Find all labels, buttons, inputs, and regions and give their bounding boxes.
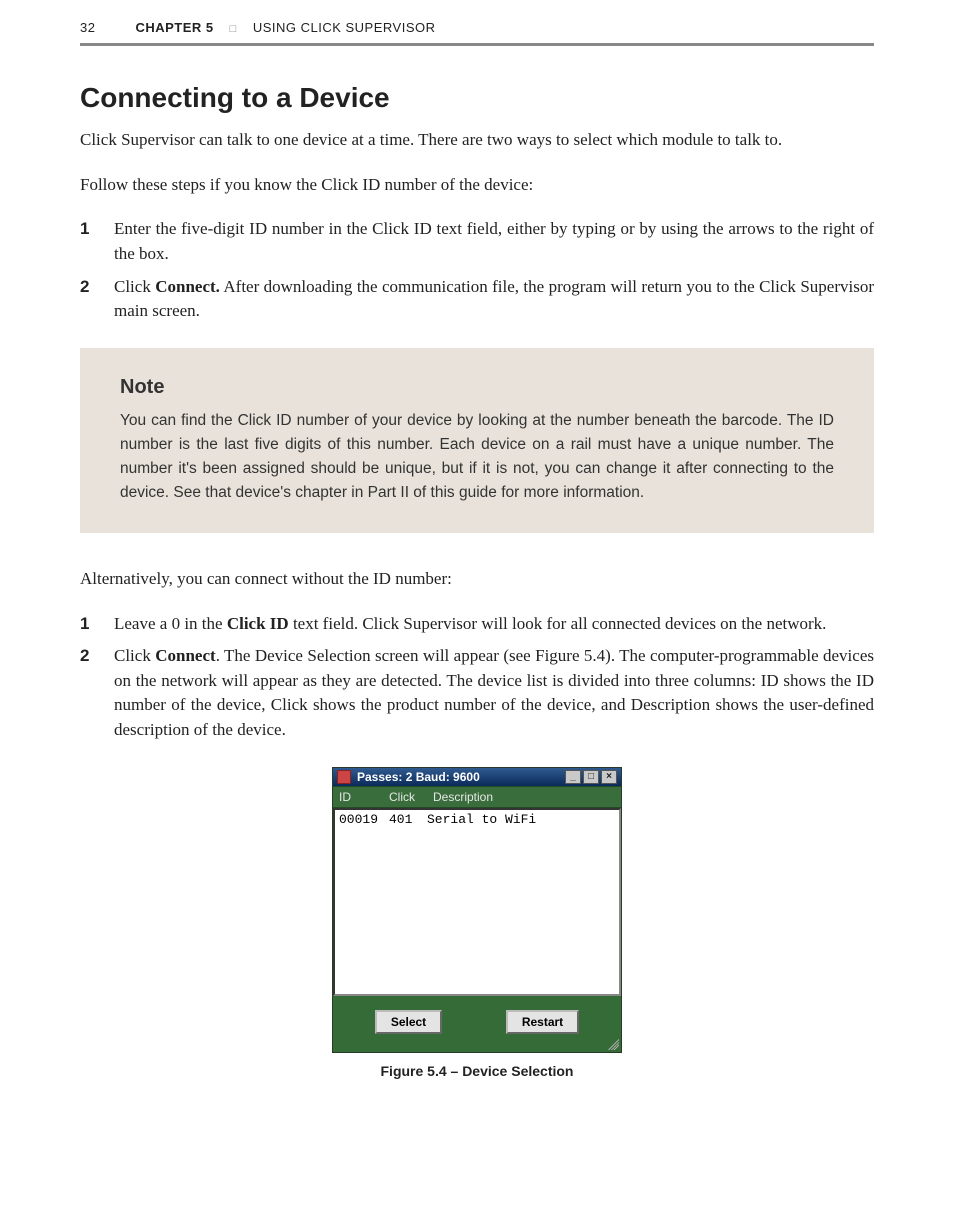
lead-paragraph-2: Alternatively, you can connect without t…	[80, 567, 874, 592]
cell-description: Serial to WiFi	[427, 812, 615, 827]
step-text-after: text field. Click Supervisor will look f…	[289, 614, 827, 633]
step-number: 2	[80, 275, 96, 324]
step-text: Click Connect. After downloading the com…	[114, 275, 874, 324]
window-controls: _ □ ×	[565, 770, 617, 784]
cell-id: 00019	[339, 812, 389, 827]
list-item: 2 Click Connect. The Device Selection sc…	[80, 644, 874, 743]
step-number: 2	[80, 644, 96, 743]
close-button[interactable]: ×	[601, 770, 617, 784]
divider-glyph-icon: □	[230, 23, 237, 35]
device-list[interactable]: 00019 401 Serial to WiFi	[333, 808, 621, 996]
note-body: You can find the Click ID number of your…	[120, 409, 834, 505]
step-text: Click Connect. The Device Selection scre…	[114, 644, 874, 743]
chapter-title: USING CLICK SUPERVISOR	[253, 20, 436, 35]
lead-paragraph-1: Follow these steps if you know the Click…	[80, 173, 874, 198]
minimize-button[interactable]: _	[565, 770, 581, 784]
section-heading: Connecting to a Device	[80, 82, 874, 114]
note-heading: Note	[120, 376, 834, 399]
steps-list-b: 1 Leave a 0 in the Click ID text field. …	[80, 612, 874, 743]
restart-button[interactable]: Restart	[506, 1010, 579, 1034]
table-row[interactable]: 00019 401 Serial to WiFi	[339, 812, 615, 827]
cell-click: 401	[389, 812, 427, 827]
note-box: Note You can find the Click ID number of…	[80, 348, 874, 533]
device-selection-dialog: Passes: 2 Baud: 9600 _ □ × ID Click Desc…	[332, 767, 622, 1053]
dialog-button-row: Select Restart	[333, 996, 621, 1052]
app-icon	[337, 770, 351, 784]
list-item: 1 Leave a 0 in the Click ID text field. …	[80, 612, 874, 637]
col-description[interactable]: Description	[433, 790, 615, 804]
step-text-bold: Click ID	[227, 614, 289, 633]
step-number: 1	[80, 217, 96, 266]
running-header: 32 CHAPTER 5 □ USING CLICK SUPERVISOR	[80, 20, 874, 46]
step-text-bold: Connect.	[155, 277, 220, 296]
step-text-after: After downloading the communication file…	[114, 277, 874, 321]
page-number: 32	[80, 20, 95, 35]
figure-caption: Figure 5.4 – Device Selection	[80, 1063, 874, 1079]
step-text-before: Click	[114, 277, 155, 296]
step-number: 1	[80, 612, 96, 637]
step-text-after: . The Device Selection screen will appea…	[114, 646, 874, 739]
list-item: 1 Enter the five-digit ID number in the …	[80, 217, 874, 266]
col-id[interactable]: ID	[339, 790, 389, 804]
steps-list-a: 1 Enter the five-digit ID number in the …	[80, 217, 874, 324]
select-button[interactable]: Select	[375, 1010, 442, 1034]
step-text: Leave a 0 in the Click ID text field. Cl…	[114, 612, 874, 637]
col-click[interactable]: Click	[389, 790, 433, 804]
page: 32 CHAPTER 5 □ USING CLICK SUPERVISOR Co…	[0, 0, 954, 1119]
list-item: 2 Click Connect. After downloading the c…	[80, 275, 874, 324]
dialog-title: Passes: 2 Baud: 9600	[357, 770, 559, 784]
maximize-button[interactable]: □	[583, 770, 599, 784]
step-text-before: Leave a 0 in the	[114, 614, 227, 633]
dialog-titlebar[interactable]: Passes: 2 Baud: 9600 _ □ ×	[333, 768, 621, 786]
step-text-bold: Connect	[155, 646, 215, 665]
step-text: Enter the five-digit ID number in the Cl…	[114, 217, 874, 266]
intro-paragraph: Click Supervisor can talk to one device …	[80, 128, 874, 153]
chapter-label: CHAPTER 5	[135, 20, 213, 35]
step-text-before: Click	[114, 646, 155, 665]
column-headers: ID Click Description	[333, 786, 621, 808]
figure: Passes: 2 Baud: 9600 _ □ × ID Click Desc…	[80, 767, 874, 1079]
resize-grip-icon[interactable]	[605, 1036, 619, 1050]
